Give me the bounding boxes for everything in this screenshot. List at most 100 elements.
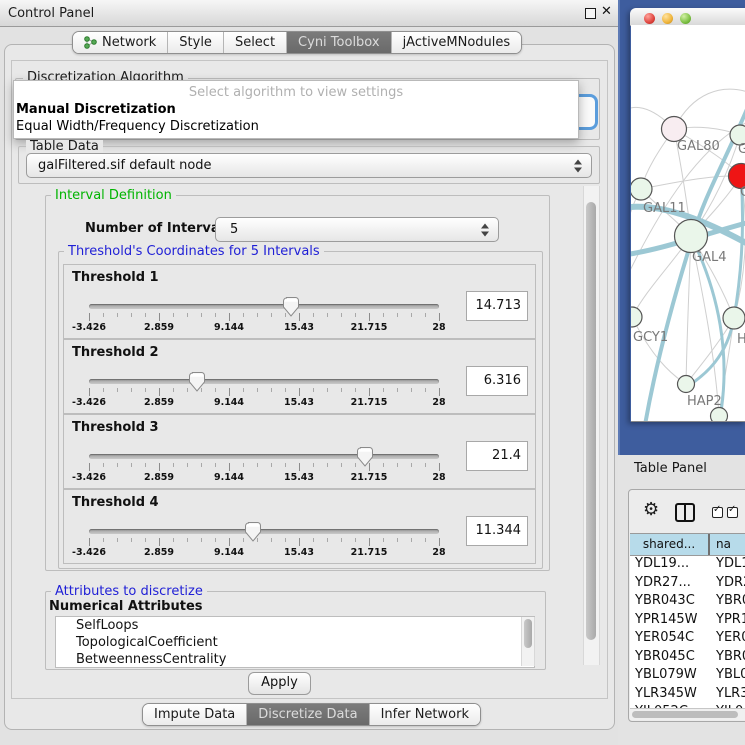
threshold-label: Threshold 2 — [72, 345, 159, 360]
table-row[interactable]: YDL19...YDL1 — [630, 555, 745, 574]
threshold-panel: Threshold 4 -3.4262.8599.14415.4321.7152… — [63, 489, 536, 564]
panel-title: Control Panel — [8, 6, 94, 21]
scale-tick-label: 2.859 — [144, 322, 174, 333]
scale-tick-label: 28 — [432, 397, 445, 408]
network-canvas[interactable]: GAL80GACGAL11GAL4GCY1HHAP2 — [631, 25, 745, 422]
tab-infer-network[interactable]: Infer Network — [370, 704, 480, 725]
table-row[interactable]: YBL079WYBL0 — [630, 666, 745, 685]
table-row[interactable]: YBR043CYBR0 — [630, 592, 745, 611]
number-of-intervals-label: Number of Intervals — [85, 221, 232, 236]
network-node[interactable] — [711, 408, 728, 423]
scale-tick-label: -3.426 — [72, 472, 106, 483]
tab-impute-data[interactable]: Impute Data — [143, 704, 247, 725]
table-hscrollbar-thumb[interactable] — [632, 711, 738, 718]
numerical-attributes-list[interactable]: SelfLoopsTopologicalCoefficientBetweenne… — [55, 616, 535, 668]
threshold-tick-scale: -3.4262.8599.14415.4321.71528 — [89, 311, 441, 339]
network-node-gal80[interactable] — [662, 117, 687, 142]
tab-jactivemnodules[interactable]: jActiveMNodules — [392, 32, 522, 53]
node-label: H — [737, 332, 745, 347]
tab-label: Discretize Data — [258, 707, 357, 722]
scale-tick-label: 21.715 — [351, 322, 388, 333]
threshold-value-field[interactable]: 21.4 — [466, 441, 528, 471]
algorithm-option-manual[interactable]: Manual Discretization — [14, 101, 578, 118]
table-panel-title: Table Panel — [634, 461, 707, 476]
network-icon — [84, 36, 97, 49]
float-window-icon[interactable] — [585, 8, 596, 19]
checkbox-icon[interactable] — [727, 507, 738, 518]
node-table[interactable]: shared... na YDL19...YDL1YDR27...YDR2YBR… — [630, 533, 745, 708]
table-data-combobox[interactable]: galFiltered.sif default node — [26, 153, 592, 178]
numerical-attributes-label: Numerical Attributes — [49, 599, 203, 614]
scale-tick-label: 28 — [432, 322, 445, 333]
attribute-item[interactable]: BetweennessCentrality — [56, 651, 534, 668]
network-node-gal11[interactable] — [631, 178, 652, 200]
gear-icon[interactable]: ⚙ — [643, 501, 659, 519]
attributes-scrollbar-track[interactable] — [521, 617, 535, 666]
attribute-item[interactable]: SelfLoops — [56, 617, 534, 634]
scale-tick-label: 9.144 — [214, 397, 244, 408]
threshold-tick-scale: -3.4262.8599.14415.4321.71528 — [89, 536, 441, 564]
threshold-slider-track[interactable] — [89, 529, 439, 534]
network-window-titlebar[interactable] — [630, 8, 745, 26]
attribute-item[interactable]: TopologicalCoefficient — [56, 634, 534, 651]
node-label: GAL4 — [692, 250, 726, 265]
number-of-intervals-combobox[interactable]: 5 — [215, 217, 499, 242]
network-node-hap2[interactable] — [678, 376, 695, 393]
tab-select[interactable]: Select — [224, 32, 287, 53]
attributes-group-label: Attributes to discretize — [51, 585, 207, 598]
table-row[interactable]: YPR145WYPR1 — [630, 611, 745, 630]
network-node-gcy1[interactable] — [631, 307, 642, 327]
settings-scrollbar-track[interactable] — [583, 186, 600, 665]
threshold-slider-track[interactable] — [89, 304, 439, 309]
cell-shared-name: YER054C — [635, 629, 694, 648]
cell-shared-name: YLR345W — [635, 685, 697, 704]
network-node-h[interactable] — [723, 307, 745, 329]
tab-network[interactable]: Network — [73, 32, 168, 53]
threshold-slider-track[interactable] — [89, 379, 439, 384]
node-label: HAP2 — [687, 394, 722, 409]
apply-button[interactable]: Apply — [248, 672, 311, 695]
table-data-label: Table Data — [26, 140, 103, 153]
split-table-icon[interactable] — [675, 503, 695, 522]
scale-tick-label: 2.859 — [144, 547, 174, 558]
checkbox-icon[interactable] — [712, 507, 723, 518]
tab-label: Infer Network — [381, 707, 469, 722]
scale-tick-label: 9.144 — [214, 547, 244, 558]
column-header-shared-name[interactable]: shared... — [630, 534, 710, 555]
scale-tick-label: 9.144 — [214, 472, 244, 483]
algorithm-option-equal-width[interactable]: Equal Width/Frequency Discretization — [14, 118, 578, 135]
network-nodes[interactable]: GAL80GACGAL11GAL4GCY1HHAP2 — [631, 117, 745, 423]
threshold-slider-track[interactable] — [89, 454, 439, 459]
tab-style[interactable]: Style — [168, 32, 224, 53]
scale-tick-label: 21.715 — [351, 472, 388, 483]
threshold-value-field[interactable]: 14.713 — [466, 291, 528, 321]
scale-tick-label: 2.859 — [144, 472, 174, 483]
column-header-name[interactable]: na — [716, 534, 731, 555]
close-traffic-light[interactable] — [644, 13, 655, 24]
table-row[interactable]: YDR27...YDR2 — [630, 574, 745, 593]
tab-cyni-toolbox[interactable]: Cyni Toolbox — [287, 32, 392, 53]
threshold-value-field[interactable]: 11.344 — [466, 516, 528, 546]
table-hscrollbar-track[interactable] — [630, 708, 745, 720]
threshold-panel: Threshold 2 -3.4262.8599.14415.4321.7152… — [63, 339, 536, 414]
threshold-label: Threshold 4 — [72, 495, 159, 510]
tab-discretize-data[interactable]: Discretize Data — [247, 704, 369, 725]
minimize-traffic-light[interactable] — [662, 13, 673, 24]
zoom-traffic-light[interactable] — [680, 13, 691, 24]
settings-scrollbar-thumb[interactable] — [586, 202, 596, 640]
threshold-panel: Threshold 1 -3.4262.8599.14415.4321.7152… — [63, 264, 536, 339]
threshold-value-field[interactable]: 6.316 — [466, 366, 528, 396]
network-node-gal4[interactable] — [675, 220, 708, 253]
algorithm-placeholder-option[interactable]: Select algorithm to view settings — [14, 84, 578, 101]
node-label: GA — [738, 142, 745, 157]
table-row[interactable]: YER054CYER0 — [630, 629, 745, 648]
table-row[interactable]: YLR345WYLR3 — [630, 685, 745, 704]
network-thick-edges — [631, 109, 745, 422]
table-row[interactable]: YBR045CYBR0 — [630, 648, 745, 667]
attributes-scrollbar-thumb[interactable] — [524, 619, 532, 648]
node-label: GCY1 — [633, 330, 668, 345]
scale-tick-label: 15.43 — [284, 322, 314, 333]
scale-tick-label: 28 — [432, 547, 445, 558]
tab-label: Network — [102, 35, 156, 50]
close-icon[interactable]: ✕ — [601, 4, 612, 19]
